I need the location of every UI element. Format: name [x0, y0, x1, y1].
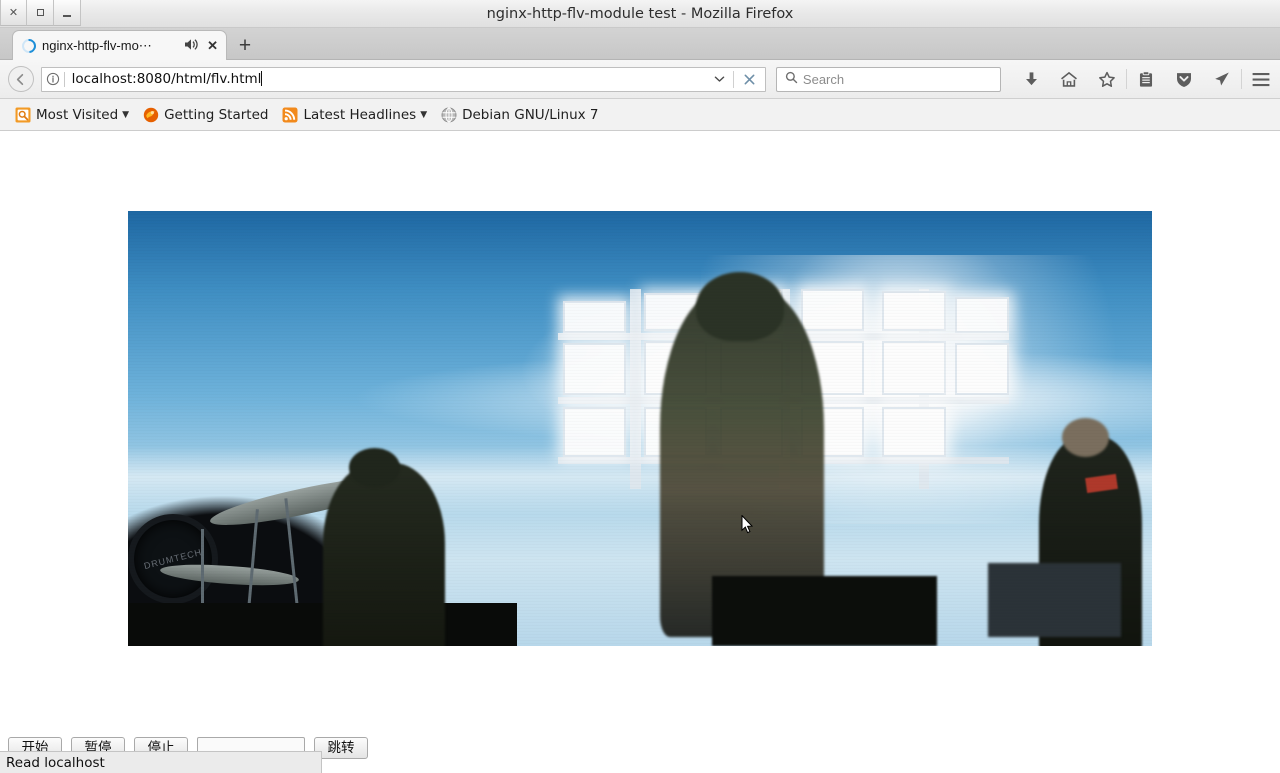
send-tab-icon[interactable]	[1203, 64, 1241, 94]
flv-video-player[interactable]: DRUMTECH	[128, 211, 1152, 646]
library-icon[interactable]	[1127, 64, 1165, 94]
most-visited-icon	[15, 107, 31, 123]
firefox-icon	[143, 107, 159, 123]
tab-title: nginx-http-flv-mo⋯	[42, 37, 152, 53]
url-text: localhost:8080/html/flv.html	[71, 71, 263, 87]
chevron-down-icon[interactable]: ▼	[122, 110, 129, 120]
chevron-down-icon[interactable]: ▼	[420, 110, 427, 120]
window-maximize-button[interactable]	[27, 0, 54, 26]
close-icon: ✕	[8, 6, 19, 19]
text-caret	[261, 71, 263, 86]
maximize-icon	[36, 9, 44, 16]
window-controls: ✕	[0, 0, 81, 26]
bookmark-most-visited[interactable]: Most Visited ▼	[8, 104, 136, 126]
jump-button[interactable]: 跳转	[314, 737, 368, 759]
new-tab-button[interactable]: +	[234, 34, 256, 56]
video-frontman-head	[696, 271, 785, 342]
status-bar: Read localhost	[0, 751, 322, 773]
url-history-dropdown-icon[interactable]	[707, 75, 733, 83]
stop-loading-button[interactable]	[734, 73, 765, 86]
window-title: nginx-http-flv-module test - Mozilla Fir…	[486, 6, 794, 22]
window-close-button[interactable]: ✕	[0, 0, 27, 26]
minimize-icon	[63, 15, 71, 17]
mouse-cursor	[741, 514, 754, 534]
back-button[interactable]	[8, 66, 34, 92]
search-icon	[785, 71, 798, 87]
home-icon[interactable]	[1050, 64, 1088, 94]
bookmark-debian[interactable]: Debian GNU/Linux 7	[434, 104, 605, 126]
page-content: DRUMTECH 开始 暂停 停止 跳转	[0, 131, 1280, 773]
bookmark-label: Getting Started	[164, 106, 269, 123]
tab-strip: nginx-http-flv-mo⋯ ✕ +	[0, 28, 1280, 60]
tab-loading-spinner-icon	[19, 35, 39, 56]
pocket-shield-icon[interactable]	[1165, 64, 1203, 94]
site-info-icon[interactable]	[42, 72, 64, 86]
bookmark-star-icon[interactable]	[1088, 64, 1126, 94]
rss-icon	[282, 107, 298, 123]
video-kick-drum: DRUMTECH	[128, 513, 219, 604]
window-minimize-button[interactable]	[54, 0, 81, 26]
search-input[interactable]: Search	[803, 72, 844, 87]
browser-tab[interactable]: nginx-http-flv-mo⋯ ✕	[12, 30, 227, 60]
status-bar-text: Read localhost	[6, 754, 105, 771]
video-guitarist-right-head	[1061, 417, 1109, 457]
video-speaker-stack	[988, 563, 1122, 638]
bookmark-label: Debian GNU/Linux 7	[462, 106, 599, 123]
back-arrow-icon	[17, 73, 24, 85]
url-bar[interactable]: localhost:8080/html/flv.html	[40, 66, 766, 92]
search-bar[interactable]: Search	[775, 66, 1002, 92]
bookmarks-toolbar: Most Visited ▼ Getting Started Latest He…	[0, 99, 1280, 131]
bookmark-label: Most Visited	[36, 106, 119, 123]
navigation-toolbar: localhost:8080/html/flv.html Search	[0, 60, 1280, 99]
window-title-bar: nginx-http-flv-module test - Mozilla Fir…	[0, 0, 1280, 28]
tab-close-button[interactable]: ✕	[205, 39, 220, 52]
tab-audio-playing-icon[interactable]	[184, 38, 199, 53]
video-guitarist-left	[322, 463, 446, 646]
bookmark-latest-headlines[interactable]: Latest Headlines ▼	[275, 104, 434, 126]
bookmark-getting-started[interactable]: Getting Started	[136, 104, 275, 126]
video-amp	[711, 576, 937, 646]
toolbar-icon-group	[1012, 64, 1280, 94]
hamburger-menu-icon[interactable]	[1242, 64, 1280, 94]
download-icon[interactable]	[1012, 64, 1050, 94]
globe-icon	[441, 107, 457, 123]
bookmark-label: Latest Headlines	[303, 106, 417, 123]
